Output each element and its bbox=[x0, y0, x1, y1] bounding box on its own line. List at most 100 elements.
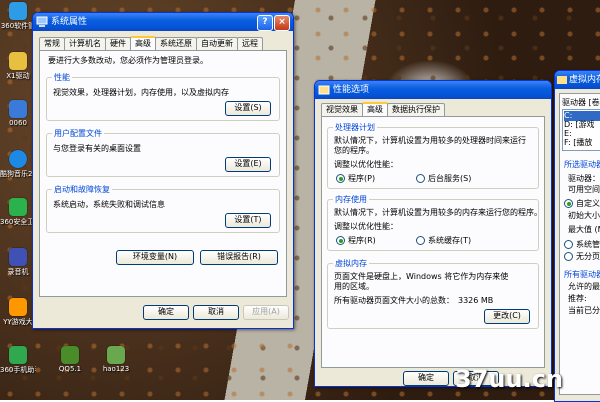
group-title: 启动和故障恢复 bbox=[52, 184, 112, 195]
virtual-memory-window: 虚拟内存 驱动器 [卷标 C: D: [游戏 E: F: [播放 所选驱动器 驱… bbox=[554, 70, 600, 402]
system-properties-titlebar[interactable]: 系统属性 ? × bbox=[33, 13, 293, 31]
advanced-panel: 要进行大多数改动，您必须作为管理员登录。 性能 视觉效果，处理器计划，内存使用，… bbox=[39, 50, 287, 297]
tab-auto-update[interactable]: 自动更新 bbox=[196, 37, 238, 50]
360-software-icon bbox=[9, 2, 27, 20]
memory-adjust-label: 调整以优化性能： bbox=[334, 222, 398, 231]
cancel-button[interactable]: 取消 bbox=[193, 305, 239, 320]
radio-indicator bbox=[416, 174, 425, 183]
desktop-icon-recorder[interactable]: 录音机 bbox=[0, 248, 36, 277]
tab-computer-name[interactable]: 计算机名 bbox=[64, 37, 106, 50]
desktop-icon-yy-game[interactable]: YY游戏大 bbox=[0, 298, 36, 327]
radio-indicator bbox=[564, 240, 573, 249]
memory-system-cache-radio[interactable]: 系统缓存(T) bbox=[416, 236, 471, 245]
shield-icon bbox=[9, 198, 27, 216]
group-title: 内存使用 bbox=[333, 194, 369, 205]
virtual-memory-group: 虚拟内存 页面文件是硬盘上，Windows 将它作为内存来使 用的区域。 所有驱… bbox=[327, 258, 539, 329]
desktop-icon-360-security[interactable]: 360安全卫士 bbox=[0, 198, 36, 227]
vm-description-2: 用的区域。 bbox=[334, 282, 374, 291]
processor-scheduling-group: 处理器计划 默认情况下，计算机设置为用较多的处理器时间来运行 您的程序。 调整以… bbox=[327, 122, 539, 189]
system-properties-window: 系统属性 ? × 常规 计算机名 硬件 高级 系统还原 自动更新 远程 要进行大… bbox=[32, 12, 294, 329]
error-report-button[interactable]: 错误报告(R) bbox=[200, 250, 278, 265]
cpu-background-radio[interactable]: 后台服务(S) bbox=[416, 174, 471, 183]
memory-usage-group: 内存使用 默认情况下，计算机设置为用较多的内存来运行您的程序。 调整以优化性能：… bbox=[327, 194, 542, 251]
user-profile-settings-button[interactable]: 设置(E) bbox=[225, 157, 271, 172]
group-description: 系统启动，系统失败和调试信息 bbox=[53, 200, 165, 209]
virtual-memory-panel: 驱动器 [卷标 C: D: [游戏 E: F: [播放 所选驱动器 驱动器： 可… bbox=[559, 93, 600, 395]
cpu-programs-radio[interactable]: 程序(P) bbox=[336, 174, 375, 183]
desktop-icon-x1-driver[interactable]: X1驱动 bbox=[0, 52, 36, 81]
tab-hardware[interactable]: 硬件 bbox=[105, 37, 131, 50]
window-title: 性能选项 bbox=[333, 85, 370, 95]
no-paging-radio[interactable]: 无分页 bbox=[564, 252, 600, 261]
vm-description-1: 页面文件是硬盘上，Windows 将它作为内存来使 bbox=[334, 272, 509, 281]
yy-game-icon bbox=[9, 298, 27, 316]
cpu-description-2: 您的程序。 bbox=[334, 146, 374, 155]
current-allocated-label: 当前已分 bbox=[568, 306, 600, 315]
window-title: 系统属性 bbox=[51, 17, 88, 27]
vm-total-value: 3326 MB bbox=[458, 296, 494, 305]
help-button[interactable]: ? bbox=[257, 15, 273, 31]
performance-advanced-panel: 处理器计划 默认情况下，计算机设置为用较多的处理器时间来运行 您的程序。 调整以… bbox=[321, 116, 545, 368]
kugou-icon bbox=[9, 150, 27, 168]
radio-indicator bbox=[416, 236, 425, 245]
startup-settings-button[interactable]: 设置(T) bbox=[225, 213, 271, 228]
group-title: 用户配置文件 bbox=[52, 128, 104, 139]
computer-icon bbox=[36, 16, 48, 27]
initial-size-label: 初始大小 bbox=[568, 211, 600, 220]
tab-advanced[interactable]: 高级 bbox=[362, 102, 388, 117]
drive-label: 驱动器： bbox=[568, 174, 600, 183]
environment-variables-button[interactable]: 环境变量(N) bbox=[116, 250, 194, 265]
max-size-label: 最大值 (M bbox=[568, 225, 600, 234]
desktop-icon-hao123[interactable]: hao123 bbox=[98, 346, 134, 373]
qq-icon bbox=[61, 346, 79, 364]
drive-row-f[interactable]: F: [播放 bbox=[564, 138, 592, 148]
system-properties-tabs: 常规 计算机名 硬件 高级 系统还原 自动更新 远程 bbox=[39, 36, 263, 51]
apply-button[interactable]: 应用(A) bbox=[243, 305, 289, 320]
change-virtual-memory-button[interactable]: 更改(C) bbox=[484, 309, 530, 324]
tab-advanced[interactable]: 高级 bbox=[130, 36, 156, 51]
group-title: 性能 bbox=[52, 72, 72, 83]
ok-button[interactable]: 确定 bbox=[143, 305, 189, 320]
folder-icon bbox=[9, 52, 27, 70]
virtual-memory-icon bbox=[557, 76, 567, 84]
radio-selected-indicator bbox=[336, 174, 345, 183]
tab-dep[interactable]: 数据执行保护 bbox=[387, 103, 445, 116]
performance-options-window: 性能选项 视觉效果 高级 数据执行保护 处理器计划 默认情况下，计算机设置为用较… bbox=[314, 80, 552, 387]
desktop-icon-360-phone[interactable]: 360手机助手 bbox=[0, 346, 36, 375]
desktop-icon-qq[interactable]: QQ5.1 bbox=[52, 346, 88, 373]
group-description: 视觉效果，处理器计划，内存使用，以及虚拟内存 bbox=[53, 88, 229, 97]
memory-programs-radio[interactable]: 程序(R) bbox=[336, 236, 376, 245]
virtual-memory-titlebar[interactable]: 虚拟内存 bbox=[555, 71, 600, 89]
desktop-icon-kugou[interactable]: 酷狗音乐2012 bbox=[0, 150, 36, 179]
recommended-label: 推荐: bbox=[568, 294, 587, 303]
tab-system-restore[interactable]: 系统还原 bbox=[155, 37, 197, 50]
all-drives-group-title: 所有驱动器 bbox=[564, 270, 600, 279]
tab-remote[interactable]: 远程 bbox=[237, 37, 263, 50]
tab-general[interactable]: 常规 bbox=[39, 37, 65, 50]
site-watermark: 37uu.cn bbox=[455, 365, 563, 393]
group-title: 处理器计划 bbox=[333, 122, 377, 133]
custom-size-radio[interactable]: 自定义 bbox=[564, 199, 600, 208]
performance-options-tabs: 视觉效果 高级 数据执行保护 bbox=[321, 102, 445, 117]
group-description: 与您登录有关的桌面设置 bbox=[53, 144, 141, 153]
ok-button[interactable]: 确定 bbox=[403, 371, 449, 386]
performance-options-titlebar[interactable]: 性能选项 bbox=[315, 81, 551, 99]
performance-icon bbox=[318, 85, 330, 95]
window-title: 虚拟内存 bbox=[569, 75, 600, 85]
user-profile-group: 用户配置文件 与您登录有关的桌面设置 设置(E) bbox=[46, 128, 280, 177]
performance-settings-button[interactable]: 设置(S) bbox=[225, 101, 271, 116]
radio-selected-indicator bbox=[336, 236, 345, 245]
microphone-icon bbox=[9, 248, 27, 266]
tab-visual-effects[interactable]: 视觉效果 bbox=[321, 103, 363, 116]
system-managed-radio[interactable]: 系统管 bbox=[564, 240, 600, 249]
hao123-icon bbox=[107, 346, 125, 364]
desktop-icon-0060[interactable]: 0060 bbox=[0, 100, 36, 127]
cpu-adjust-label: 调整以优化性能： bbox=[334, 160, 398, 169]
memory-description: 默认情况下，计算机设置为用较多的内存来运行您的程序。 bbox=[334, 208, 542, 217]
close-button[interactable]: × bbox=[274, 15, 290, 31]
desktop-icon-360-software[interactable]: 360软件管 bbox=[0, 2, 36, 31]
performance-group: 性能 视觉效果，处理器计划，内存使用，以及虚拟内存 设置(S) bbox=[46, 72, 280, 121]
startup-recovery-group: 启动和故障恢复 系统启动，系统失败和调试信息 设置(T) bbox=[46, 184, 280, 233]
drive-column-header: 驱动器 [卷标 bbox=[562, 98, 600, 107]
drive-list[interactable]: C: D: [游戏 E: F: [播放 bbox=[562, 109, 600, 151]
